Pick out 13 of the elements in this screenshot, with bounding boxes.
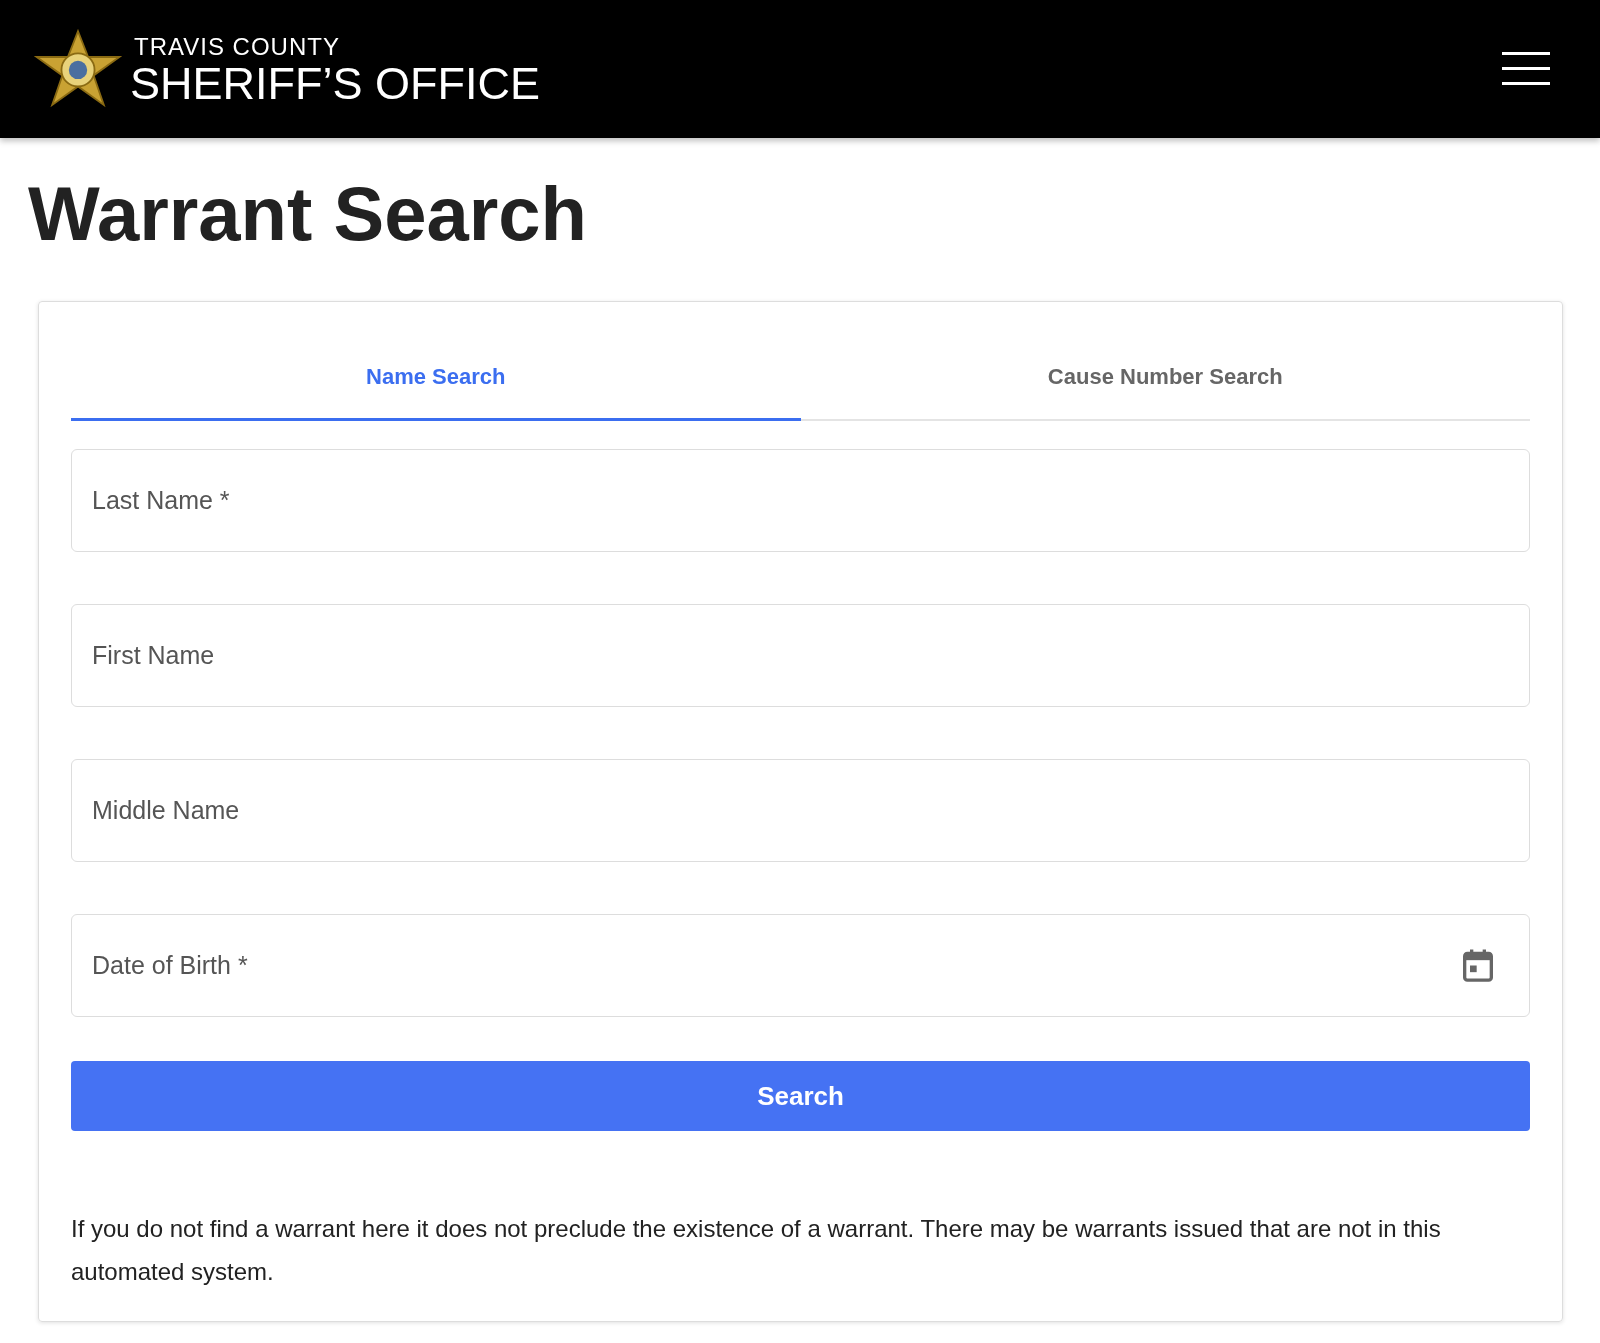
search-button[interactable]: Search (71, 1061, 1530, 1131)
menu-icon[interactable] (1502, 51, 1550, 87)
disclaimer-text: If you do not find a warrant here it does not preclude the existence of a warrant. There may be warrants issued that are not in this automated system. (71, 1214, 1442, 1287)
org-subtitle: TRAVIS COUNTY (134, 32, 341, 61)
input-field[interactable]: Last Name * (71, 449, 1530, 552)
calendar-icon[interactable] (1462, 948, 1494, 983)
tab[interactable]: Name Search (71, 334, 801, 421)
date-field[interactable]: Date of Birth * (71, 914, 1530, 1017)
input-field[interactable]: Middle Name (71, 759, 1530, 862)
tab[interactable]: Cause Number Search (800, 334, 1530, 421)
page-title: Warrant Search (28, 170, 588, 257)
org-title: SHERIFF’S OFFICE (130, 60, 540, 106)
input-field[interactable]: First Name (71, 604, 1530, 707)
